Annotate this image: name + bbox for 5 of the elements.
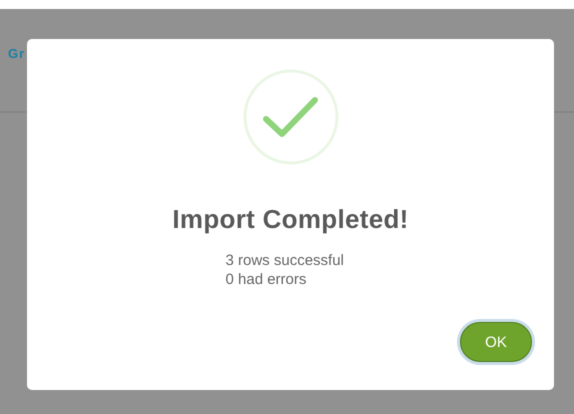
dialog-title: Import Completed! <box>172 204 409 235</box>
success-check-icon <box>242 68 340 166</box>
result-text: 3 rows successful <box>226 251 345 270</box>
ok-button[interactable]: OK <box>460 322 532 362</box>
result-text: 0 had errors <box>226 270 308 289</box>
